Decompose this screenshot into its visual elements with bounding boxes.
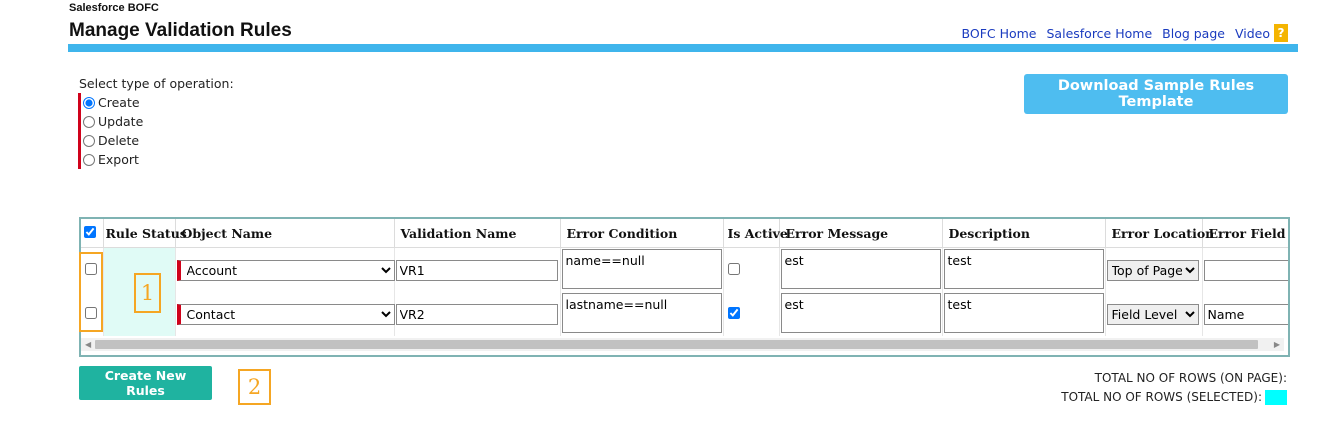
error-condition-textarea[interactable]: lastname==null (561, 292, 722, 333)
col-error-location: Error Location (1105, 219, 1214, 248)
operation-option-create[interactable]: Create (83, 93, 143, 112)
active-cell (723, 292, 780, 336)
message-cell: est (779, 292, 943, 336)
annotation-marker-1: 1 (134, 273, 161, 313)
brand-label: Salesforce BOFC (69, 2, 159, 14)
scroll-right-icon[interactable]: ▶ (1274, 338, 1280, 351)
col-error-message: Error Message (779, 219, 943, 248)
location-cell: Top of Page (1105, 247, 1203, 292)
validation-name-input[interactable] (395, 259, 558, 281)
scrollbar-thumb[interactable] (95, 340, 1258, 349)
col-is-active: Is Active (723, 219, 788, 248)
description-textarea[interactable]: test (943, 248, 1104, 289)
col-error-field: Error Field (1202, 219, 1288, 248)
description-cell: test (942, 247, 1106, 292)
link-bofc-home[interactable]: BOFC Home (962, 26, 1037, 41)
annotation-box-checkboxes (79, 252, 103, 332)
annotation-marker-2: 2 (238, 369, 271, 405)
object-cell: Account (175, 247, 395, 292)
selected-count-badge (1265, 390, 1287, 405)
location-cell: Field Level (1105, 292, 1203, 336)
header-divider (68, 44, 1298, 52)
col-error-condition: Error Condition (560, 219, 724, 248)
operation-option-export[interactable]: Export (83, 150, 143, 169)
col-validation-name: Validation Name (394, 219, 561, 248)
total-rows-selected: TOTAL NO OF ROWS (SELECTED): (1061, 388, 1287, 407)
error-location-select[interactable]: Top of Page (1106, 259, 1199, 281)
table-header-row: Rule Status Object Name Validation Name … (81, 219, 1288, 248)
row-totals: TOTAL NO OF ROWS (ON PAGE): TOTAL NO OF … (1061, 369, 1287, 407)
link-video[interactable]: Video (1235, 26, 1270, 41)
link-salesforce-home[interactable]: Salesforce Home (1047, 26, 1153, 41)
operation-option-delete[interactable]: Delete (83, 131, 143, 150)
rules-grid: Rule Status Object Name Validation Name … (79, 217, 1290, 357)
col-rule-status: Rule Status (103, 219, 187, 248)
message-cell: est (779, 247, 943, 292)
table-row: Contact lastname==null est test Field Le… (81, 292, 1288, 336)
horizontal-scrollbar[interactable]: ◀ ▶ (81, 338, 1284, 351)
active-cell (723, 247, 780, 292)
is-active-checkbox[interactable] (727, 262, 740, 275)
page-title: Manage Validation Rules (69, 20, 292, 41)
total-rows-on-page: TOTAL NO OF ROWS (ON PAGE): (1094, 371, 1287, 385)
object-name-select[interactable]: Contact (176, 303, 395, 325)
error-field-input[interactable] (1203, 259, 1288, 281)
condition-cell: name==null (560, 247, 724, 292)
object-cell: Contact (175, 292, 395, 336)
col-description: Description (942, 219, 1106, 248)
operation-option-update[interactable]: Update (83, 112, 143, 131)
radio-export[interactable] (83, 153, 95, 166)
error-message-textarea[interactable]: est (780, 292, 941, 333)
error-field-input[interactable] (1203, 303, 1288, 325)
create-new-rules-button[interactable]: Create New Rules (79, 366, 212, 400)
validation-cell (394, 292, 561, 336)
error-message-textarea[interactable]: est (780, 248, 941, 289)
description-textarea[interactable]: test (943, 292, 1104, 333)
scroll-left-icon[interactable]: ◀ (85, 338, 91, 351)
download-template-button[interactable]: Download Sample Rules Template (1024, 74, 1288, 114)
radio-create[interactable] (83, 96, 95, 109)
header-links: BOFC Home Salesforce Home Blog page Vide… (962, 24, 1288, 42)
select-all-header (81, 219, 104, 248)
field-cell (1202, 247, 1288, 292)
is-active-checkbox[interactable] (727, 306, 740, 319)
help-icon[interactable]: ? (1274, 24, 1288, 42)
table-row: Account name==null est test Top of Page (81, 247, 1288, 336)
operation-label: Select type of operation: (79, 76, 234, 91)
col-object-name: Object Name (175, 219, 395, 248)
field-cell (1202, 292, 1288, 336)
validation-name-input[interactable] (395, 303, 558, 325)
object-name-select[interactable]: Account (176, 259, 395, 281)
radio-delete[interactable] (83, 134, 95, 147)
error-location-select[interactable]: Field Level (1106, 303, 1199, 325)
rules-table: Rule Status Object Name Validation Name … (81, 219, 1288, 336)
error-condition-textarea[interactable]: name==null (561, 248, 722, 289)
operation-radio-group: Create Update Delete Export (78, 93, 143, 169)
validation-cell (394, 247, 561, 292)
description-cell: test (942, 292, 1106, 336)
select-all-checkbox[interactable] (84, 225, 96, 238)
radio-update[interactable] (83, 115, 95, 128)
link-blog-page[interactable]: Blog page (1162, 26, 1225, 41)
condition-cell: lastname==null (560, 292, 724, 336)
